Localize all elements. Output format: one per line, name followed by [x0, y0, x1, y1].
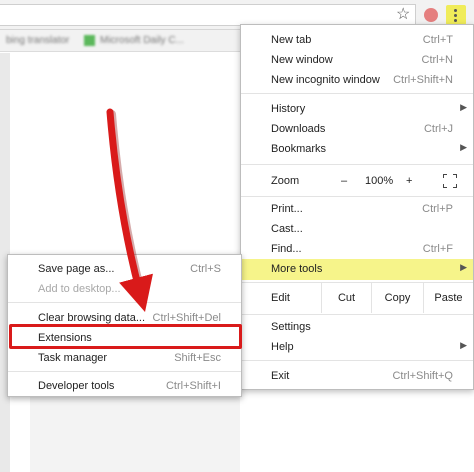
annotation-arrow [106, 108, 153, 312]
